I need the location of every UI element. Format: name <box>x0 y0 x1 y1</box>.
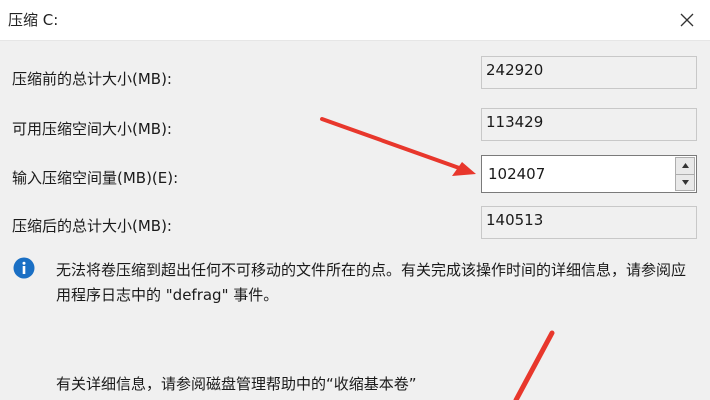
total-after-label: 压缩后的总计大小(MB): <box>12 217 172 235</box>
total-after-value: 140513 <box>481 206 697 239</box>
title-bar: 压缩 C: <box>0 0 710 41</box>
stepper-buttons <box>675 157 695 191</box>
help-reference-text: 有关详细信息，请参阅磁盘管理帮助中的“收缩基本卷” <box>56 375 417 393</box>
total-before-label: 压缩前的总计大小(MB): <box>12 70 172 88</box>
close-button[interactable] <box>664 0 710 40</box>
decrement-button[interactable] <box>675 174 695 191</box>
available-space-value: 113429 <box>481 108 697 141</box>
annotation-arrow-bottom <box>513 330 555 400</box>
available-space-label: 可用压缩空间大小(MB): <box>12 120 172 138</box>
shrink-amount-stepper[interactable] <box>481 155 697 193</box>
increment-button[interactable] <box>675 157 695 175</box>
chevron-down-icon <box>681 179 689 185</box>
annotation-arrow-shrink <box>320 117 476 176</box>
chevron-up-icon <box>681 163 689 169</box>
info-message: 无法将卷压缩到超出任何不可移动的文件所在的点。有关完成该操作时间的详细信息，请参… <box>56 261 687 304</box>
shrink-amount-label: 输入压缩空间量(MB)(E): <box>12 169 179 187</box>
window-title: 压缩 C: <box>8 11 59 29</box>
close-icon <box>680 13 694 27</box>
info-icon <box>13 257 35 279</box>
total-before-value: 242920 <box>481 56 697 89</box>
shrink-amount-input[interactable] <box>482 156 672 192</box>
